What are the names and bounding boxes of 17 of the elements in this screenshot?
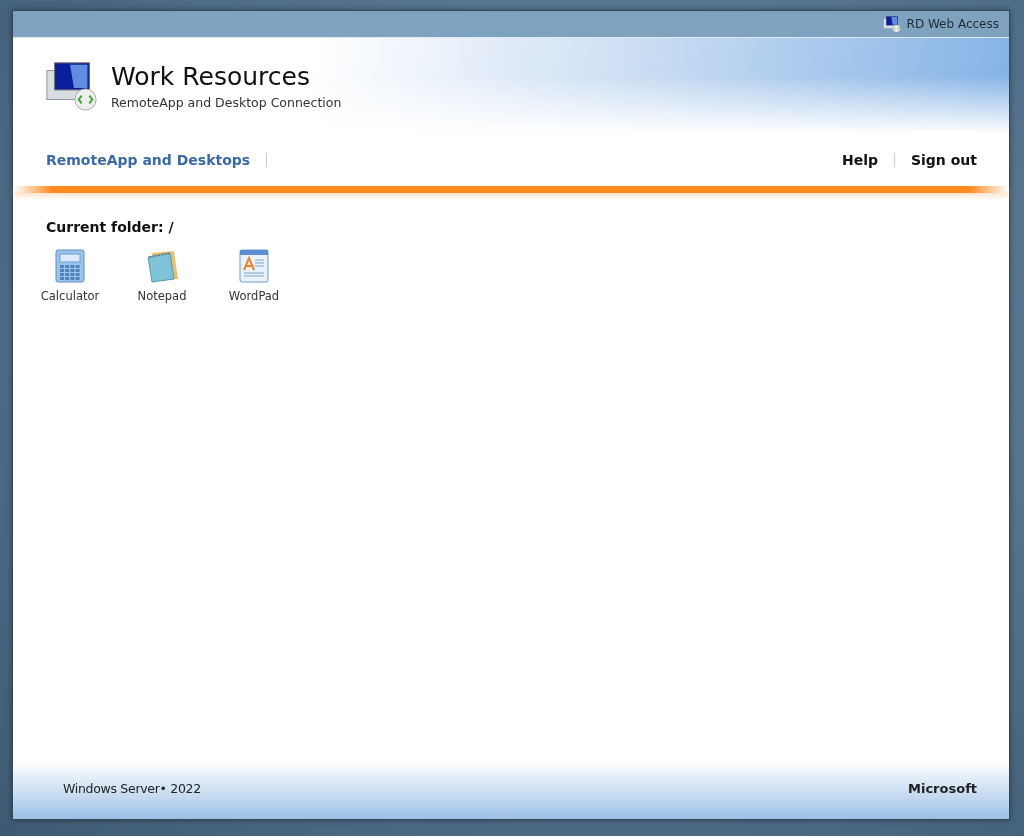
wordpad-icon (239, 249, 269, 283)
app-item[interactable]: Calculator (33, 249, 107, 303)
app-item[interactable]: Notepad (125, 249, 199, 303)
current-folder-label: Current folder: / (46, 219, 175, 235)
page-subtitle: RemoteApp and Desktop Connection (111, 95, 342, 110)
nav-tab[interactable]: RemoteApp and Desktops (46, 152, 251, 168)
calculator-icon (55, 249, 85, 283)
app-item[interactable]: WordPad (217, 249, 291, 303)
top-bar-title: RD Web Access (906, 17, 999, 31)
page-title: Work Resources (111, 62, 311, 91)
brand-name: Microsoft (908, 780, 977, 796)
nav-link[interactable]: Help (841, 152, 878, 168)
remote-desktop-icon (882, 15, 901, 33)
product-name: Windows Server• 2022 (63, 780, 201, 796)
nav-link[interactable]: Sign out (910, 152, 977, 168)
notepad-icon (144, 249, 180, 283)
remote-desktop-icon (45, 59, 99, 113)
